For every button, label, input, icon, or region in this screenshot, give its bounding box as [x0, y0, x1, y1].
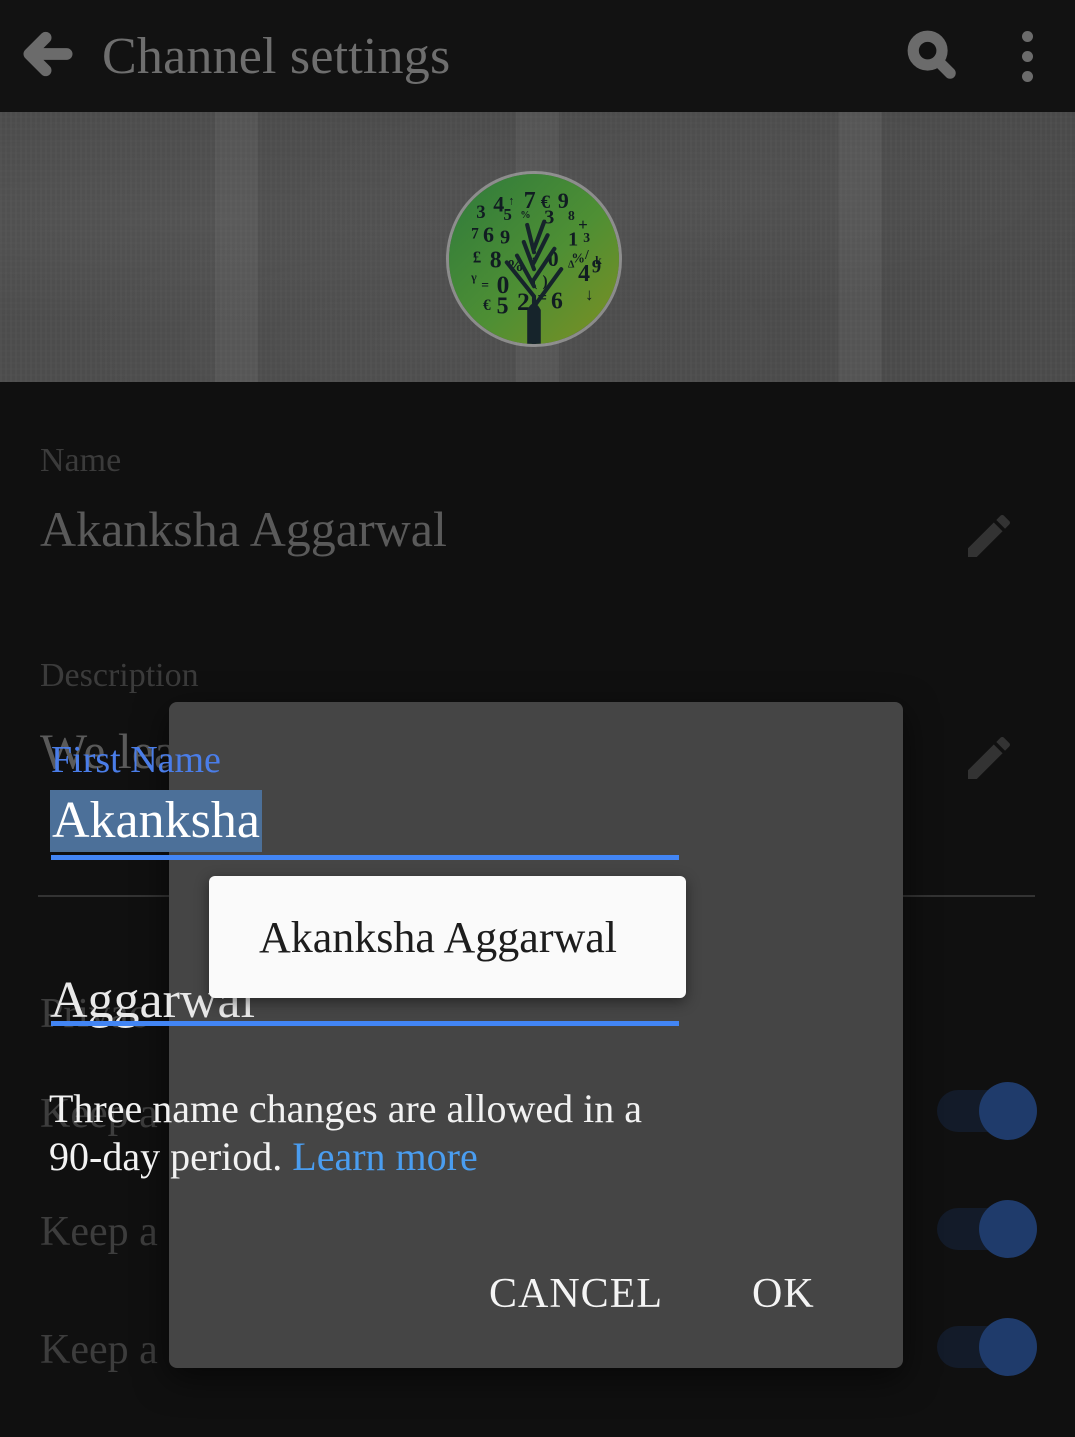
first-name-input-underline	[51, 855, 679, 860]
dialog-note: Three name changes are allowed in a 90-d…	[49, 1085, 679, 1181]
ok-button[interactable]: OK	[752, 1270, 815, 1318]
learn-more-link[interactable]: Learn more	[292, 1134, 477, 1179]
cancel-button[interactable]: CANCEL	[489, 1270, 663, 1318]
autocomplete-suggestion-item[interactable]: Akanksha Aggarwal	[209, 912, 617, 963]
edit-name-dialog	[169, 702, 903, 1368]
autocomplete-suggestion-popup[interactable]: Akanksha Aggarwal	[209, 876, 686, 998]
last-name-input-underline	[51, 1021, 679, 1026]
first-name-label: First Name	[51, 739, 221, 781]
channel-settings-screen: Channel settings 3 4 ↑ 7 € 9 7 6 9 5 % 3…	[0, 0, 1075, 1437]
first-name-input[interactable]: Akanksha	[50, 790, 262, 852]
